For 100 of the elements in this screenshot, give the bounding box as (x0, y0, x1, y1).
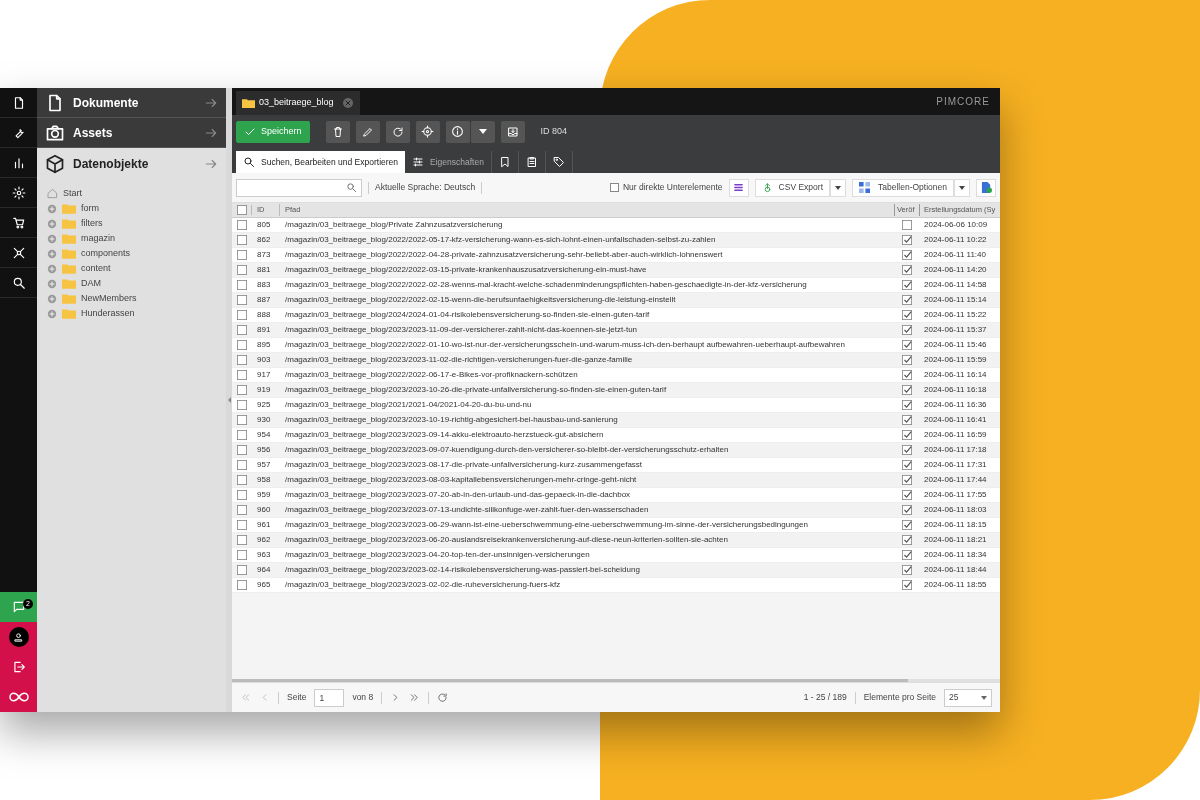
row-checkbox[interactable] (237, 400, 247, 410)
published-checkbox[interactable] (902, 280, 912, 290)
table-cell-text: 2024-06-11 17:31 (923, 459, 988, 471)
row-checkbox[interactable] (237, 385, 247, 395)
published-checkbox[interactable] (902, 370, 912, 380)
csv-export-button[interactable]: CSV Export (754, 178, 830, 197)
publish-button[interactable] (500, 120, 525, 143)
row-checkbox[interactable] (237, 550, 247, 560)
published-checkbox[interactable] (902, 460, 912, 470)
page-size-select[interactable]: 25 (944, 688, 992, 707)
dropdown-button[interactable] (830, 178, 846, 197)
nav-panel-header[interactable]: Dokumente (37, 88, 226, 118)
row-checkbox[interactable] (237, 535, 247, 545)
published-checkbox[interactable] (902, 550, 912, 560)
row-checkbox[interactable] (237, 235, 247, 245)
tree-item[interactable]: Hunderassen (81, 306, 135, 321)
published-checkbox[interactable] (902, 430, 912, 440)
tree-item[interactable]: NewMembers (81, 291, 137, 306)
refresh-button[interactable] (437, 692, 449, 703)
reload-button[interactable] (385, 120, 410, 143)
published-checkbox[interactable] (902, 415, 912, 425)
checkbox[interactable] (609, 183, 619, 192)
published-checkbox[interactable] (902, 400, 912, 410)
search-field[interactable] (236, 178, 362, 197)
row-checkbox[interactable] (237, 475, 247, 485)
row-checkbox[interactable] (237, 220, 247, 230)
editor-tab[interactable]: 03_beitraege_blog (236, 91, 360, 115)
published-checkbox[interactable] (902, 535, 912, 545)
published-checkbox[interactable] (902, 250, 912, 260)
published-checkbox[interactable] (902, 310, 912, 320)
row-checkbox[interactable] (237, 460, 247, 470)
row-checkbox[interactable] (237, 355, 247, 365)
info-button[interactable] (445, 120, 470, 143)
published-checkbox[interactable] (902, 475, 912, 485)
dropdown-button[interactable] (954, 178, 970, 197)
tree-item[interactable]: form (81, 201, 99, 216)
row-checkbox[interactable] (237, 430, 247, 440)
edit-button[interactable] (355, 120, 380, 143)
tree-item[interactable]: DAM (81, 276, 101, 291)
table-cell-text: 960 (256, 504, 272, 516)
page-field[interactable]: 1 (314, 688, 345, 707)
published-checkbox[interactable] (902, 520, 912, 530)
row-checkbox[interactable] (237, 250, 247, 260)
logo-button[interactable] (0, 682, 37, 712)
last-page-button[interactable] (409, 692, 421, 703)
list-view-button[interactable] (728, 178, 749, 197)
tab[interactable]: Suchen, Bearbeiten und Exportieren (236, 151, 406, 173)
table-options-button[interactable]: Tabellen-Optionen (852, 178, 954, 197)
published-checkbox[interactable] (902, 580, 912, 590)
published-checkbox[interactable] (902, 220, 912, 230)
table-cell-text: 883 (256, 279, 272, 291)
tree-item[interactable]: filters (81, 216, 103, 231)
dropdown-button[interactable] (470, 120, 495, 143)
published-checkbox[interactable] (902, 445, 912, 455)
published-checkbox[interactable] (902, 355, 912, 365)
published-checkbox[interactable] (902, 235, 912, 245)
row-checkbox[interactable] (237, 520, 247, 530)
tree-item[interactable]: magazin (81, 231, 116, 246)
bookmark-icon (498, 156, 511, 168)
published-checkbox[interactable] (902, 340, 912, 350)
published-checkbox[interactable] (902, 505, 912, 515)
table-cell-text: 2024-06-11 18:44 (923, 564, 988, 576)
row-checkbox[interactable] (237, 310, 247, 320)
published-checkbox[interactable] (902, 565, 912, 575)
published-checkbox[interactable] (902, 265, 912, 275)
horizontal-scrollbar[interactable] (232, 679, 908, 682)
row-checkbox[interactable] (237, 295, 247, 305)
row-checkbox[interactable] (237, 265, 247, 275)
row-checkbox[interactable] (237, 565, 247, 575)
row-checkbox[interactable] (237, 325, 247, 335)
locate-button[interactable] (415, 120, 440, 143)
row-checkbox[interactable] (237, 370, 247, 380)
user-button[interactable] (0, 622, 37, 652)
table-cell-text: 963 (256, 549, 272, 561)
published-checkbox[interactable] (902, 325, 912, 335)
delete-button[interactable] (325, 120, 350, 143)
row-checkbox[interactable] (237, 340, 247, 350)
row-checkbox[interactable] (237, 580, 247, 590)
nav-panel-header[interactable]: Assets (37, 118, 226, 148)
tree-item[interactable]: components (81, 246, 131, 261)
row-checkbox[interactable] (237, 445, 247, 455)
settings-icon (11, 185, 26, 200)
table-cell-text: /magazin/03_beitraege_blog/2022/2022-06-17-e-Bikes-vor-profiknackern-schützen (284, 369, 579, 381)
add-config-button[interactable] (976, 178, 996, 197)
tree-item[interactable]: Start (63, 186, 82, 201)
published-checkbox[interactable] (902, 490, 912, 500)
folder-icon (62, 218, 76, 229)
table-cell-text: /magazin/03_beitraege_blog/2023/2023-11-02-die-richtigen-versicherungen-fuer-die-ganze-familie (284, 354, 634, 366)
tree-item[interactable]: content (81, 261, 111, 276)
refresh-icon (437, 692, 449, 703)
published-checkbox[interactable] (902, 295, 912, 305)
select-all-checkbox[interactable] (236, 205, 247, 215)
row-checkbox[interactable] (237, 280, 247, 290)
row-checkbox[interactable] (237, 415, 247, 425)
table-cell-text: 2024-06-11 10:22 (923, 234, 988, 246)
row-checkbox[interactable] (237, 490, 247, 500)
row-checkbox[interactable] (237, 505, 247, 515)
table-cell-text: /magazin/03_beitraege_blog/2023/2023-08-17-die-private-unfallversicherung-kurz-zusammengefasst (284, 459, 644, 471)
published-checkbox[interactable] (902, 385, 912, 395)
table-cell-text: 2024-06-11 18:03 (923, 504, 988, 516)
